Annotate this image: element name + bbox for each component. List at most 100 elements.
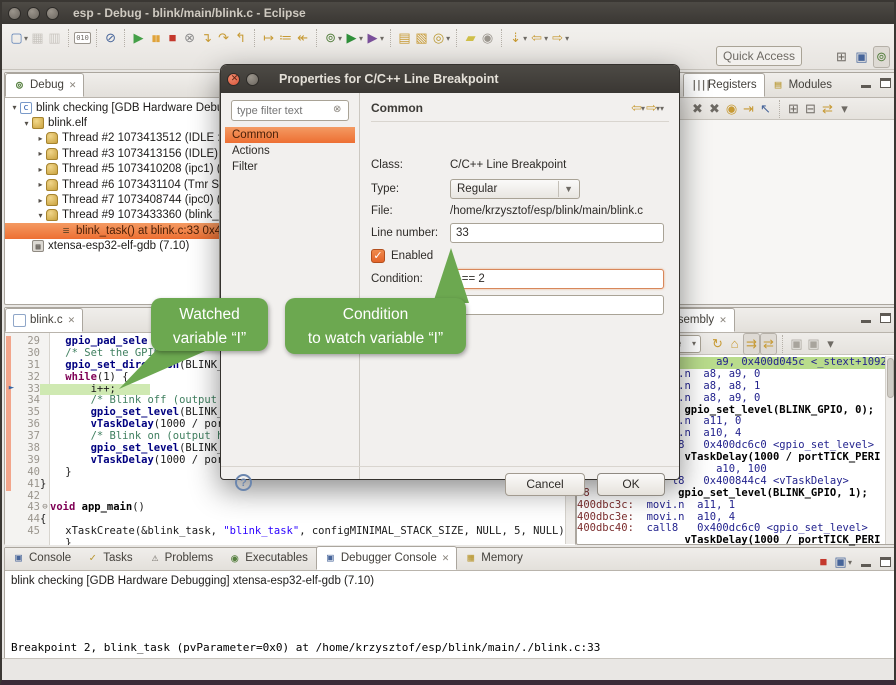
binary-file-icon[interactable]: 010 [74, 32, 91, 44]
actions[interactable]: Actions [225, 143, 355, 159]
tab-debug[interactable]: ⊚ Debug ✕ [5, 73, 84, 97]
help-button[interactable]: ? [235, 474, 252, 491]
expand-all-icon[interactable]: ⊞ [785, 99, 802, 119]
code-line[interactable]: 45 xTaskCreate(&blink_task, "blink_task"… [5, 526, 575, 538]
suspend-icon[interactable]: ▮▮ [147, 28, 164, 48]
disassembly-scrollbar[interactable] [885, 356, 895, 544]
filter[interactable]: Filter [225, 159, 355, 175]
show-symbols-icon[interactable]: ▣ [805, 334, 822, 354]
dropdown-caret-icon[interactable]: ▾ [338, 34, 342, 43]
debug-tree-row[interactable]: ▸ Thread #5 1073410208 (ipc1) (Susp [5, 162, 219, 177]
debug-tree-row[interactable]: blink_task() at blink.c:33 0x400db [5, 223, 219, 238]
drop-to-frame-icon[interactable]: ↞ [294, 28, 311, 48]
code-line[interactable]: 41 } [5, 479, 575, 491]
maximize-button[interactable] [880, 78, 891, 88]
problems[interactable]: ⚠ Problems [141, 546, 222, 570]
skip-breakpoints-icon[interactable]: ⊘ [102, 28, 119, 48]
step-return-icon[interactable]: ↰ [232, 28, 249, 48]
tree-expander-icon[interactable]: ▸ [35, 149, 46, 158]
last-edit-location-icon[interactable]: ⇣ [507, 28, 524, 48]
debugger-console[interactable]: ▣ Debugger Console ✕ [316, 546, 457, 570]
debug-icon[interactable]: ⊚ [322, 28, 339, 48]
tree-expander-icon[interactable]: ▾ [35, 211, 46, 220]
debug-tree-row[interactable]: ▸ Thread #2 1073413512 (IDLE : Runn [5, 131, 219, 146]
code-line[interactable]: } [5, 538, 575, 545]
save-all-icon[interactable]: ▥ [46, 28, 63, 48]
minimize-button[interactable] [861, 564, 871, 567]
display-console-icon[interactable]: ▣ [832, 552, 849, 572]
debug-tree-row[interactable]: ▸ Thread #6 1073431104 (Tmr Svc) (S [5, 177, 219, 192]
new-wizard-icon[interactable]: ▢ [8, 28, 25, 48]
dropdown-caret-icon[interactable]: ▾ [565, 34, 569, 43]
search-icon[interactable]: ◎ [430, 28, 447, 48]
tree-expander-icon[interactable]: ▸ [35, 180, 46, 189]
chevron-down-icon[interactable]: ▾ [641, 104, 645, 113]
view-menu-icon[interactable]: ▾ [822, 334, 839, 354]
home-icon[interactable]: ⌂ [726, 334, 743, 354]
minimize-button[interactable] [861, 85, 871, 88]
debug-tree-row[interactable]: ▸ Thread #3 1073413156 (IDLE) (Susp [5, 146, 219, 161]
tasks[interactable]: ✓ Tasks [79, 546, 140, 570]
chevron-down-icon[interactable]: ▾ [848, 558, 852, 567]
line-number-field[interactable] [450, 223, 664, 243]
tree-expander-icon[interactable]: ▸ [35, 134, 46, 143]
debug-tree-row[interactable]: xtensa-esp32-elf-gdb (7.10) [5, 239, 219, 254]
add-register-group-icon[interactable]: ◉ [723, 99, 740, 119]
maximize-button[interactable] [880, 557, 891, 567]
step-over-icon[interactable]: ↷ [215, 28, 232, 48]
executables[interactable]: ◉ Executables [221, 546, 316, 570]
pointer-icon[interactable]: ↖ [757, 99, 774, 119]
close-icon[interactable]: ✕ [69, 80, 77, 91]
dropdown-caret-icon[interactable]: ▾ [544, 34, 548, 43]
breakpoint-icon[interactable]: ► [5, 383, 18, 395]
external-tools-icon[interactable]: ▶ [364, 28, 381, 48]
window-maximize-button[interactable] [46, 7, 59, 20]
step-into-icon[interactable]: ↴ [198, 28, 215, 48]
enabled-checkbox[interactable]: ✓ [371, 249, 385, 263]
disconnect-icon[interactable]: ⊗ [181, 28, 198, 48]
mark-occurrences-icon[interactable]: ▰ [462, 28, 479, 48]
disassembly-line[interactable]: vTaskDelay(1000 / portTICK_PERI [577, 535, 895, 547]
debug-tree-row[interactable]: ▾ blink.elf [5, 115, 219, 130]
close-icon[interactable]: ✕ [68, 315, 76, 326]
save-icon[interactable]: ▦ [29, 28, 46, 48]
pin-editor-icon[interactable]: ◉ [479, 28, 496, 48]
memory[interactable]: ▦ Memory [457, 546, 531, 570]
maximize-button[interactable] [880, 313, 891, 323]
open-folder-icon[interactable]: ▤ [396, 28, 413, 48]
import-folder-icon[interactable]: ▧ [413, 28, 430, 48]
code-line[interactable]: 43 ⊖ void app_main() [5, 502, 575, 514]
filter-input[interactable] [231, 100, 349, 121]
chevron-down-icon[interactable]: ▾ [689, 339, 699, 348]
tab-blink-c[interactable]: blink.c ✕ [5, 308, 83, 332]
tree-expander-icon[interactable]: ▾ [21, 119, 32, 128]
dropdown-caret-icon[interactable]: ▾ [380, 34, 384, 43]
window-minimize-button[interactable] [27, 7, 40, 20]
tree-expander-icon[interactable]: ▾ [9, 103, 20, 112]
run-icon[interactable]: ▶ [343, 28, 360, 48]
terminate-icon[interactable]: ■ [815, 552, 832, 572]
cpp-perspective-icon[interactable]: ▣ [853, 47, 870, 67]
dropdown-caret-icon[interactable]: ▾ [523, 34, 527, 43]
collapse-all-icon[interactable]: ⊟ [802, 99, 819, 119]
sync-selection-icon[interactable]: ⇉ [743, 333, 760, 355]
instruction-stepping-icon[interactable]: ↦ [260, 28, 277, 48]
tab-modules[interactable]: ▤ Modules [765, 73, 840, 97]
condition-field[interactable] [450, 269, 664, 289]
cancel-button[interactable]: Cancel [505, 473, 585, 496]
minimize-button[interactable] [861, 320, 871, 323]
resume-icon[interactable]: ▶ [130, 28, 147, 48]
clear-filter-icon[interactable]: ⊗ [333, 104, 341, 115]
ignore-count-field[interactable] [450, 295, 664, 315]
view-menu-icon[interactable]: ▾ [660, 104, 664, 113]
view-menu-icon[interactable]: ▾ [836, 99, 853, 119]
back-icon[interactable]: ⇦ [528, 28, 545, 48]
dropdown-caret-icon[interactable]: ▾ [446, 34, 450, 43]
quick-access-box[interactable]: Quick Access [716, 46, 802, 66]
dialog-close-button[interactable]: ✕ [227, 73, 240, 86]
open-perspective-icon[interactable]: ⊞ [833, 47, 850, 67]
ok-button[interactable]: OK [597, 473, 665, 496]
close-icon[interactable]: ✕ [442, 553, 450, 564]
track-expression-icon[interactable]: ⇄ [760, 333, 777, 355]
refresh-icon[interactable]: ⇄ [819, 99, 836, 119]
